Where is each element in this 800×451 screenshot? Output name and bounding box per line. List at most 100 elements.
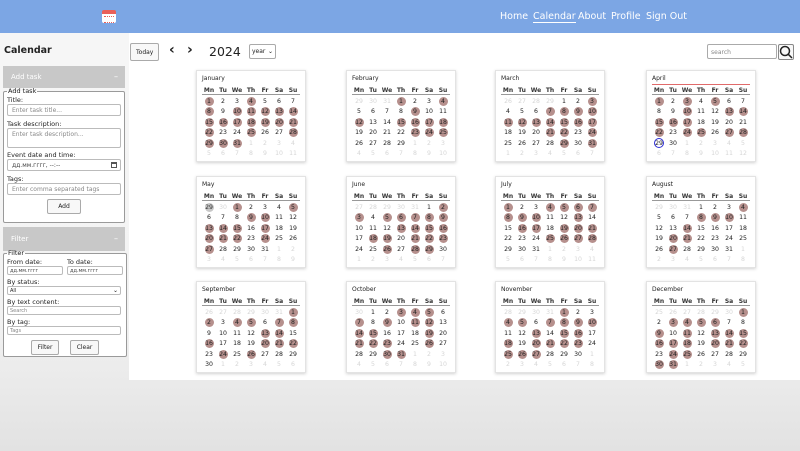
day-cell[interactable]: 15 bbox=[230, 223, 244, 233]
day-cell[interactable]: 23 bbox=[202, 350, 216, 359]
day-cell[interactable]: 11 bbox=[272, 213, 286, 222]
day-cell[interactable]: 25 bbox=[543, 234, 557, 243]
day-cell[interactable]: 16 bbox=[666, 117, 680, 127]
day-cell[interactable]: 27 bbox=[272, 128, 286, 137]
day-cell[interactable]: 28 bbox=[543, 350, 557, 359]
day-cell[interactable]: 8 bbox=[202, 107, 216, 116]
day-cell[interactable]: 29 bbox=[422, 244, 436, 254]
adjacent-month-day[interactable]: 29 bbox=[380, 203, 394, 212]
day-cell[interactable]: 24 bbox=[216, 349, 230, 359]
day-cell[interactable]: 5 bbox=[557, 202, 571, 212]
adjacent-month-day[interactable]: 10 bbox=[436, 360, 450, 369]
day-cell[interactable]: 11 bbox=[230, 329, 244, 338]
day-cell[interactable]: 24 bbox=[722, 234, 736, 243]
adjacent-month-day[interactable]: 1 bbox=[680, 360, 694, 369]
day-cell[interactable]: 21 bbox=[543, 339, 557, 348]
adjacent-month-day[interactable]: 29 bbox=[202, 202, 216, 212]
day-cell[interactable]: 12 bbox=[286, 213, 300, 222]
day-cell[interactable]: 13 bbox=[366, 118, 380, 127]
today-button[interactable]: Today bbox=[130, 43, 160, 61]
adjacent-month-day[interactable]: 5 bbox=[272, 360, 286, 369]
day-cell[interactable]: 14 bbox=[272, 328, 286, 338]
day-cell[interactable]: 17 bbox=[394, 329, 408, 338]
day-cell[interactable]: 21 bbox=[286, 117, 300, 127]
adjacent-month-day[interactable]: 2 bbox=[515, 149, 529, 158]
adjacent-month-day[interactable]: 9 bbox=[286, 255, 300, 264]
day-cell[interactable]: 8 bbox=[736, 318, 750, 327]
adjacent-month-day[interactable]: 1 bbox=[680, 139, 694, 148]
day-cell[interactable]: 27 bbox=[571, 234, 585, 243]
month-card-october[interactable]: October Mn Tu We Th Fr Sa Su 30 1 2 3 4 5 6 7 8 9 10 11 12 13… bbox=[346, 281, 456, 373]
day-cell[interactable]: 5 bbox=[652, 213, 666, 222]
adjacent-month-day[interactable]: 5 bbox=[366, 149, 380, 158]
day-cell[interactable]: 12 bbox=[380, 224, 394, 233]
adjacent-month-day[interactable]: 8 bbox=[585, 360, 599, 369]
day-cell[interactable]: 18 bbox=[408, 329, 422, 338]
adjacent-month-day[interactable]: 5 bbox=[543, 360, 557, 369]
adjacent-month-day[interactable]: 8 bbox=[408, 149, 422, 158]
search-input[interactable]: search bbox=[707, 44, 777, 59]
day-cell[interactable]: 13 bbox=[394, 223, 408, 233]
day-cell[interactable]: 20 bbox=[436, 329, 450, 338]
adjacent-month-day[interactable]: 10 bbox=[571, 255, 585, 264]
day-cell[interactable]: 4 bbox=[680, 318, 694, 327]
adjacent-month-day[interactable]: 28 bbox=[230, 308, 244, 317]
day-cell[interactable]: 1 bbox=[230, 202, 244, 212]
adjacent-month-day[interactable]: 1 bbox=[501, 149, 515, 158]
adjacent-month-day[interactable]: 5 bbox=[694, 255, 708, 264]
adjacent-month-day[interactable]: 5 bbox=[408, 255, 422, 264]
day-cell[interactable]: 26 bbox=[694, 350, 708, 359]
adjacent-month-day[interactable]: 2 bbox=[422, 139, 436, 148]
day-cell[interactable]: 24 bbox=[394, 339, 408, 348]
day-cell[interactable]: 29 bbox=[286, 350, 300, 359]
day-cell[interactable]: 25 bbox=[436, 128, 450, 137]
day-cell[interactable]: 28 bbox=[380, 139, 394, 148]
calendar-picker-icon[interactable] bbox=[111, 162, 117, 168]
adjacent-month-day[interactable]: 30 bbox=[366, 97, 380, 106]
adjacent-month-day[interactable]: 7 bbox=[436, 255, 450, 264]
adjacent-month-day[interactable]: 9 bbox=[694, 149, 708, 158]
day-cell[interactable]: 29 bbox=[694, 245, 708, 254]
day-cell[interactable]: 20 bbox=[708, 339, 722, 348]
day-cell[interactable]: 14 bbox=[352, 328, 366, 338]
day-cell[interactable]: 7 bbox=[272, 318, 286, 327]
day-cell[interactable]: 25 bbox=[501, 139, 515, 148]
day-cell[interactable]: 10 bbox=[722, 213, 736, 222]
day-cell[interactable]: 5 bbox=[352, 107, 366, 116]
day-cell[interactable]: 8 bbox=[694, 213, 708, 222]
day-cell[interactable]: 27 bbox=[258, 350, 272, 359]
day-cell[interactable]: 5 bbox=[708, 96, 722, 106]
collapse-icon[interactable]: – bbox=[114, 234, 118, 243]
adjacent-month-day[interactable]: 29 bbox=[652, 203, 666, 212]
adjacent-month-day[interactable]: 30 bbox=[394, 203, 408, 212]
adjacent-month-day[interactable]: 11 bbox=[722, 149, 736, 158]
day-cell[interactable]: 21 bbox=[352, 339, 366, 348]
day-cell[interactable]: 23 bbox=[666, 128, 680, 137]
day-cell[interactable]: 31 bbox=[258, 245, 272, 254]
day-cell[interactable]: 6 bbox=[571, 202, 585, 212]
day-cell[interactable]: 9 bbox=[571, 107, 585, 116]
day-cell[interactable]: 4 bbox=[366, 213, 380, 222]
adjacent-month-day[interactable]: 7 bbox=[230, 149, 244, 158]
day-cell[interactable]: 17 bbox=[722, 224, 736, 233]
day-cell[interactable]: 12 bbox=[258, 107, 272, 116]
day-cell[interactable]: 14 bbox=[543, 329, 557, 338]
adjacent-month-day[interactable]: 6 bbox=[216, 149, 230, 158]
adjacent-month-day[interactable]: 2 bbox=[366, 255, 380, 264]
day-cell[interactable]: 31 bbox=[666, 360, 680, 369]
day-cell[interactable]: 21 bbox=[680, 234, 694, 243]
adjacent-month-day[interactable]: 8 bbox=[408, 360, 422, 369]
day-cell[interactable]: 12 bbox=[244, 329, 258, 338]
day-cell[interactable]: 6 bbox=[708, 318, 722, 327]
day-cell[interactable]: 22 bbox=[736, 339, 750, 348]
day-cell[interactable]: 18 bbox=[501, 339, 515, 348]
adjacent-month-day[interactable]: 1 bbox=[736, 245, 750, 254]
adjacent-month-day[interactable]: 27 bbox=[216, 308, 230, 317]
day-cell[interactable]: 16 bbox=[380, 329, 394, 338]
day-cell[interactable]: 16 bbox=[244, 224, 258, 233]
day-cell[interactable]: 13 bbox=[529, 328, 543, 338]
day-cell[interactable]: 26 bbox=[557, 234, 571, 243]
adjacent-month-day[interactable]: 8 bbox=[272, 255, 286, 264]
day-cell[interactable]: 2 bbox=[571, 308, 585, 317]
day-cell[interactable]: 15 bbox=[286, 329, 300, 338]
